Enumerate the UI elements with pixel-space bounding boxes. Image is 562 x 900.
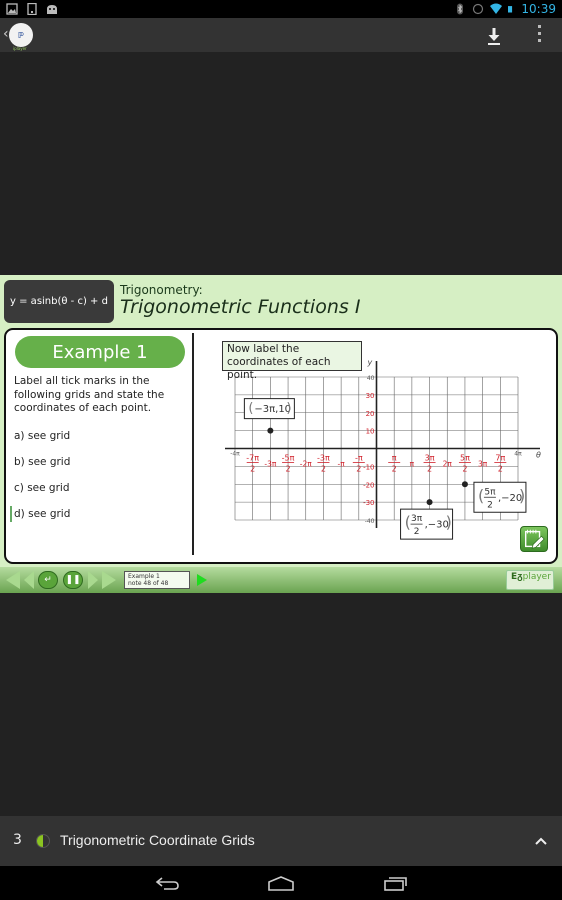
point-label-paren-close: ) — [286, 401, 291, 416]
y-tick-label: -20 — [363, 481, 374, 489]
chevron-up-icon[interactable] — [534, 834, 548, 848]
explayer-logo: Eᵹplayer — [506, 570, 554, 590]
battery-icon — [508, 6, 513, 13]
point-label-x-denominator: 2 — [414, 527, 420, 537]
alarm-icon — [473, 3, 484, 15]
data-point — [461, 481, 468, 488]
y-axis-label: y — [367, 358, 373, 367]
x-tick-label: -π — [338, 460, 346, 469]
point-label-paren-open: ( — [478, 486, 484, 505]
last-note-icon[interactable] — [102, 571, 116, 589]
return-icon[interactable]: ↵ — [38, 571, 58, 589]
note-info: Example 1 note 48 of 48 — [124, 571, 190, 589]
x-tick-label-denominator: 2 — [392, 465, 397, 474]
status-time: 10:39 — [521, 2, 556, 16]
overflow-menu-icon[interactable] — [533, 25, 545, 47]
x-tick-label: -2π — [300, 460, 312, 469]
back-icon[interactable] — [154, 874, 182, 892]
app-logo-caption: iplayer — [13, 46, 27, 51]
status-bar: 10:39 — [0, 0, 562, 18]
app-logo[interactable]: ℙ — [9, 23, 33, 47]
explayer-logo-prefix: Eᵹ — [511, 572, 523, 582]
y-tick-label: -40 — [365, 518, 375, 525]
x-tick-label-denominator: 2 — [321, 465, 326, 474]
wifi-icon — [490, 3, 503, 14]
x-tick-label: 4π — [514, 451, 522, 458]
x-tick-label-denominator: 2 — [427, 465, 432, 474]
data-point — [426, 499, 433, 506]
example-panel: Example 1 Label all tick marks in the fo… — [4, 328, 558, 564]
x-tick-label-numerator: -7π — [246, 454, 259, 463]
point-label-paren-open: ( — [405, 513, 411, 532]
x-tick-label-numerator: -3π — [317, 454, 330, 463]
x-tick-label-denominator: 2 — [356, 465, 361, 474]
first-note-icon[interactable] — [6, 571, 20, 589]
recent-apps-icon[interactable] — [382, 874, 410, 892]
next-note-icon[interactable] — [88, 571, 98, 589]
edit-notes-button[interactable] — [520, 526, 548, 552]
formula-badge: y = asinb(θ - c) + d — [4, 280, 114, 323]
data-point — [267, 427, 274, 434]
playlist-title: Trigonometric Coordinate Grids — [60, 832, 255, 848]
x-tick-label-denominator: 2 — [498, 465, 503, 474]
point-label-paren-open: ( — [248, 401, 253, 416]
lesson-subtitle: Trigonometry: — [120, 283, 203, 297]
x-tick-label: 3π — [478, 460, 488, 469]
point-label-paren-close: ) — [519, 486, 525, 505]
x-tick-label-numerator: -π — [355, 454, 363, 463]
back-chevron-icon[interactable]: ‹ — [3, 26, 9, 42]
x-tick-label: 2π — [443, 460, 453, 469]
x-tick-label: -3π — [264, 460, 276, 469]
lesson-video[interactable]: y = asinb(θ - c) + d Trigonometry: Trigo… — [0, 275, 562, 593]
point-label-x-numerator: 3π — [411, 514, 423, 524]
pause-icon[interactable]: ❚❚ — [63, 571, 83, 589]
play-icon[interactable] — [197, 574, 207, 586]
note-callout: Now label the coordinates of each point. — [222, 341, 362, 381]
x-tick-label-numerator: 3π — [425, 454, 435, 463]
device-notification-icon — [27, 3, 37, 15]
y-tick-label: -30 — [363, 499, 374, 507]
formula-text: y = asinb(θ - c) + d — [10, 296, 108, 307]
download-icon[interactable] — [484, 24, 504, 46]
x-tick-label: -4π — [230, 451, 240, 458]
x-tick-label-denominator: 2 — [250, 465, 255, 474]
playlist-index: 3 — [13, 832, 22, 848]
explayer-logo-text: player — [522, 572, 551, 582]
x-tick-label-numerator: π — [392, 454, 397, 463]
y-tick-label: 10 — [366, 428, 375, 436]
x-tick-label-denominator: 2 — [286, 465, 291, 474]
note-info-position: note 48 of 48 — [128, 580, 169, 587]
point-label-x-numerator: 5π — [484, 487, 496, 497]
lesson-title: Trigonometric Functions I — [120, 296, 361, 318]
android-notification-icon — [47, 5, 57, 14]
gallery-notification-icon — [6, 3, 18, 15]
note-info-title: Example 1 — [128, 573, 160, 580]
point-label-paren-close: ) — [446, 513, 452, 532]
playlist-bar[interactable]: 3 Trigonometric Coordinate Grids — [0, 816, 562, 866]
navigation-bar — [0, 866, 562, 900]
x-tick-label-numerator: 7π — [495, 454, 505, 463]
y-tick-label: 20 — [366, 410, 375, 418]
x-tick-label-denominator: 2 — [462, 465, 467, 474]
action-bar: ‹ ℙ iplayer — [0, 18, 562, 52]
playlist-progress-indicator — [36, 834, 50, 848]
previous-note-icon[interactable] — [24, 571, 34, 589]
x-tick-label-numerator: -5π — [282, 454, 295, 463]
y-tick-label: 40 — [367, 375, 375, 382]
player-controls: ↵ ❚❚ Example 1 note 48 of 48 Eᵹplayer — [0, 567, 562, 593]
bluetooth-icon — [457, 3, 464, 15]
x-tick-label: π — [410, 460, 415, 469]
x-axis-label: θ — [536, 451, 541, 460]
y-tick-label: -10 — [363, 463, 374, 471]
point-label-x-denominator: 2 — [487, 500, 493, 510]
app-logo-glyph: ℙ — [18, 30, 24, 40]
x-tick-label-numerator: 5π — [460, 454, 470, 463]
y-tick-label: 30 — [366, 392, 375, 400]
home-icon[interactable] — [267, 874, 295, 892]
